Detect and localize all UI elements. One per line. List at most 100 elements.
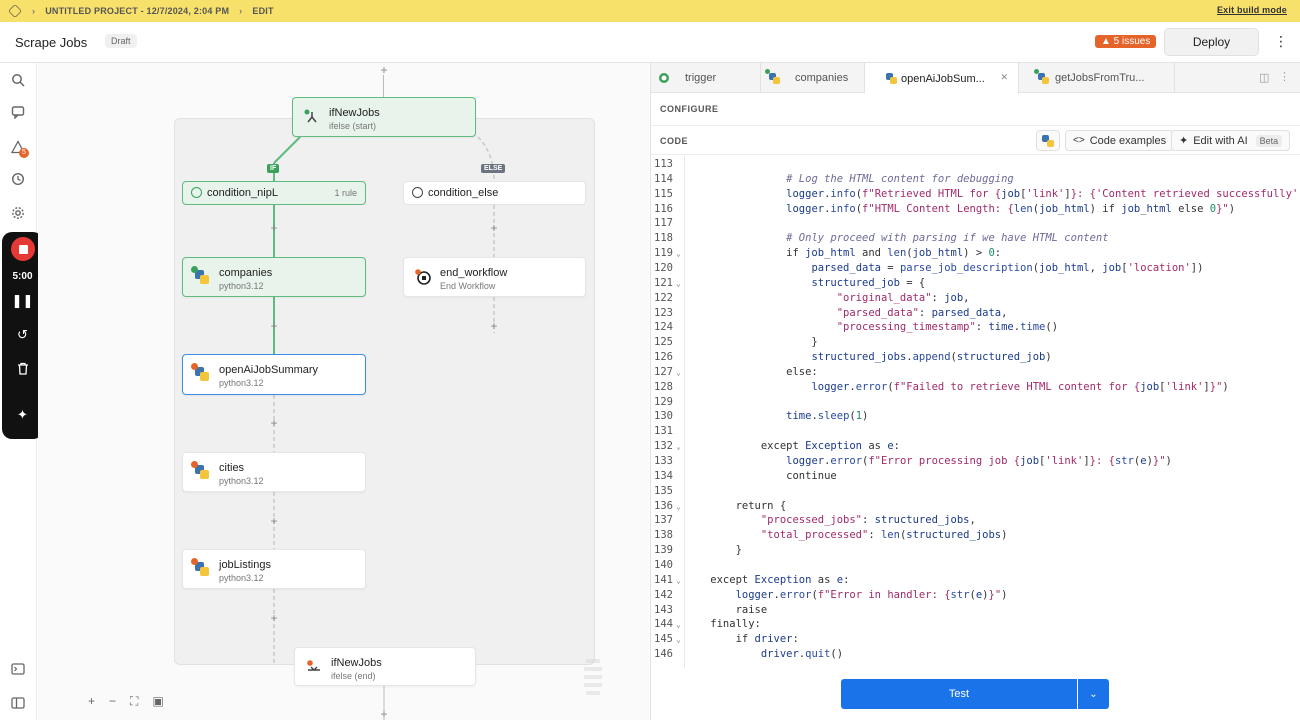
terminal-icon[interactable] [10,662,26,678]
panel-toggle-icon[interactable] [10,696,26,712]
pause-icon[interactable]: ❚❚ [2,293,43,309]
node-openAiJobSummary[interactable]: openAiJobSummary python3.12 [182,354,366,395]
condition-nipL[interactable]: condition_nipL 1 rule [182,181,366,205]
test-button[interactable]: Test [841,679,1077,709]
add-step-icon[interactable]: + [268,612,280,624]
search-icon[interactable] [10,73,26,89]
code-examples-button[interactable]: <> Code examples [1065,130,1175,151]
line-number: 145 [654,633,673,646]
add-step-icon[interactable]: + [378,708,390,720]
code-line[interactable]: 124 "processing_timestamp": time.time() [651,320,1300,335]
zoom-out-icon[interactable]: − [109,694,116,709]
close-tab-icon[interactable]: ✕ [1000,72,1008,83]
history-icon[interactable] [10,172,26,188]
tab-openAiJobSummary[interactable]: openAiJobSum... ✕ [865,63,1019,94]
fold-chevron-icon[interactable]: ⌄ [676,276,681,291]
fold-chevron-icon[interactable]: ⌄ [676,246,681,261]
code-line[interactable]: 120 parsed_data = parse_job_description(… [651,261,1300,276]
code-line[interactable]: 143 raise [651,603,1300,618]
add-step-icon[interactable]: + [268,320,280,332]
fold-chevron-icon[interactable]: ⌄ [676,439,681,454]
fold-chevron-icon[interactable]: ⌄ [676,632,681,647]
fold-chevron-icon[interactable]: ⌄ [676,617,681,632]
add-step-icon[interactable]: + [268,515,280,527]
code-line[interactable]: 137 "processed_jobs": structured_jobs, [651,513,1300,528]
code-line[interactable]: 130 time.sleep(1) [651,409,1300,424]
code-line[interactable]: 142 logger.error(f"Error in handler: {st… [651,588,1300,603]
code-line[interactable]: 136 ⌄ return { [651,499,1300,514]
code-line[interactable]: 123 "parsed_data": parsed_data, [651,306,1300,321]
code-line[interactable]: 140 [651,558,1300,573]
code-line[interactable]: 129 [651,395,1300,410]
stop-recording-button[interactable] [11,237,35,261]
minimap[interactable] [564,653,620,709]
fit-view-icon[interactable]: ⛶ [130,694,138,709]
node-companies[interactable]: companies python3.12 [182,257,366,297]
fold-chevron-icon[interactable]: ⌄ [676,573,681,588]
code-line[interactable]: 115 logger.info(f"Retrieved HTML for {jo… [651,187,1300,202]
code-line[interactable]: 126 structured_jobs.append(structured_jo… [651,350,1300,365]
node-ifNewJobs-start[interactable]: ifNewJobs ifelse (start) [292,97,476,137]
add-step-icon[interactable]: + [488,320,500,332]
effects-icon[interactable]: ✦ [2,407,43,423]
exit-build-mode-link[interactable]: Exit build mode [1217,5,1287,15]
code-line[interactable]: 117 [651,216,1300,231]
condition-else[interactable]: condition_else [403,181,586,205]
gear-icon[interactable] [10,206,26,222]
workflow-canvas[interactable]: + ifNewJobs ifelse (start) IF ELSE condi… [38,63,649,720]
mode-breadcrumb[interactable]: EDIT [252,6,273,16]
zoom-in-icon[interactable]: + [88,694,95,709]
edit-with-ai-button[interactable]: ✦ Edit with AI Beta [1171,130,1291,151]
warning-icon[interactable]: 5 [10,140,29,158]
issues-badge[interactable]: ▲ 5 issues [1095,35,1157,48]
code-line[interactable]: 114 # Log the HTML content for debugging [651,172,1300,187]
tab-getJobsFromTru[interactable]: getJobsFromTru... [1019,63,1175,93]
code-line[interactable]: 133 logger.error(f"Error processing job … [651,454,1300,469]
code-line[interactable]: 128 logger.error(f"Failed to retrieve HT… [651,380,1300,395]
comment-icon[interactable] [10,105,26,121]
add-step-icon[interactable]: + [268,417,280,429]
workflow-title[interactable]: Scrape Jobs [15,35,87,50]
python-runtime-button[interactable] [1036,130,1060,151]
code-editor[interactable]: 113 114 # Log the HTML content for debugg… [651,156,1300,668]
fold-chevron-icon[interactable]: ⌄ [676,499,681,514]
trash-icon[interactable] [2,362,43,378]
code-line[interactable]: 132 ⌄ except Exception as e: [651,439,1300,454]
chevron-down-icon[interactable]: ⌄ [1078,679,1109,709]
minimap-toggle-icon[interactable]: ▣ [152,694,163,709]
tab-more-icon[interactable]: ⋮ [1279,70,1290,83]
node-ifNewJobs-end[interactable]: ifNewJobs ifelse (end) [294,647,476,686]
restart-icon[interactable]: ↺ [2,327,43,343]
tab-trigger[interactable]: trigger [651,63,761,93]
code-line[interactable]: 121 ⌄ structured_job = { [651,276,1300,291]
code-line[interactable]: 134 continue [651,469,1300,484]
code-line[interactable]: 139 } [651,543,1300,558]
code-line[interactable]: 144 ⌄ finally: [651,617,1300,632]
code-line[interactable]: 138 "total_processed": len(structured_jo… [651,528,1300,543]
code-line[interactable]: 146 driver.quit() [651,647,1300,662]
line-number: 137 [654,514,673,527]
split-view-icon[interactable]: ◫ [1259,71,1269,84]
node-cities[interactable]: cities python3.12 [182,452,366,492]
add-step-icon[interactable]: + [268,222,280,234]
node-end-workflow[interactable]: end_workflow End Workflow [403,257,586,297]
deploy-button[interactable]: Deploy [1164,28,1259,56]
more-menu-icon[interactable]: ⋮ [1274,33,1288,50]
code-line[interactable]: 119 ⌄ if job_html and len(job_html) > 0: [651,246,1300,261]
code-line[interactable]: 122 "original_data": job, [651,291,1300,306]
code-line[interactable]: 127 ⌄ else: [651,365,1300,380]
tab-companies[interactable]: companies [761,63,865,93]
node-jobListings[interactable]: jobListings python3.12 [182,549,366,589]
code-line[interactable]: 113 [651,157,1300,172]
code-line[interactable]: 116 logger.info(f"HTML Content Length: {… [651,202,1300,217]
code-text: "total_processed": len(structured_jobs) [760,529,1008,542]
code-line[interactable]: 135 [651,484,1300,499]
add-step-icon[interactable]: + [488,222,500,234]
code-line[interactable]: 145 ⌄ if driver: [651,632,1300,647]
project-breadcrumb[interactable]: UNTITLED PROJECT - 12/7/2024, 2:04 PM [45,6,229,16]
code-line[interactable]: 141 ⌄ except Exception as e: [651,573,1300,588]
code-line[interactable]: 131 [651,424,1300,439]
code-line[interactable]: 118 # Only proceed with parsing if we ha… [651,231,1300,246]
code-line[interactable]: 125 } [651,335,1300,350]
fold-chevron-icon[interactable]: ⌄ [676,365,681,380]
